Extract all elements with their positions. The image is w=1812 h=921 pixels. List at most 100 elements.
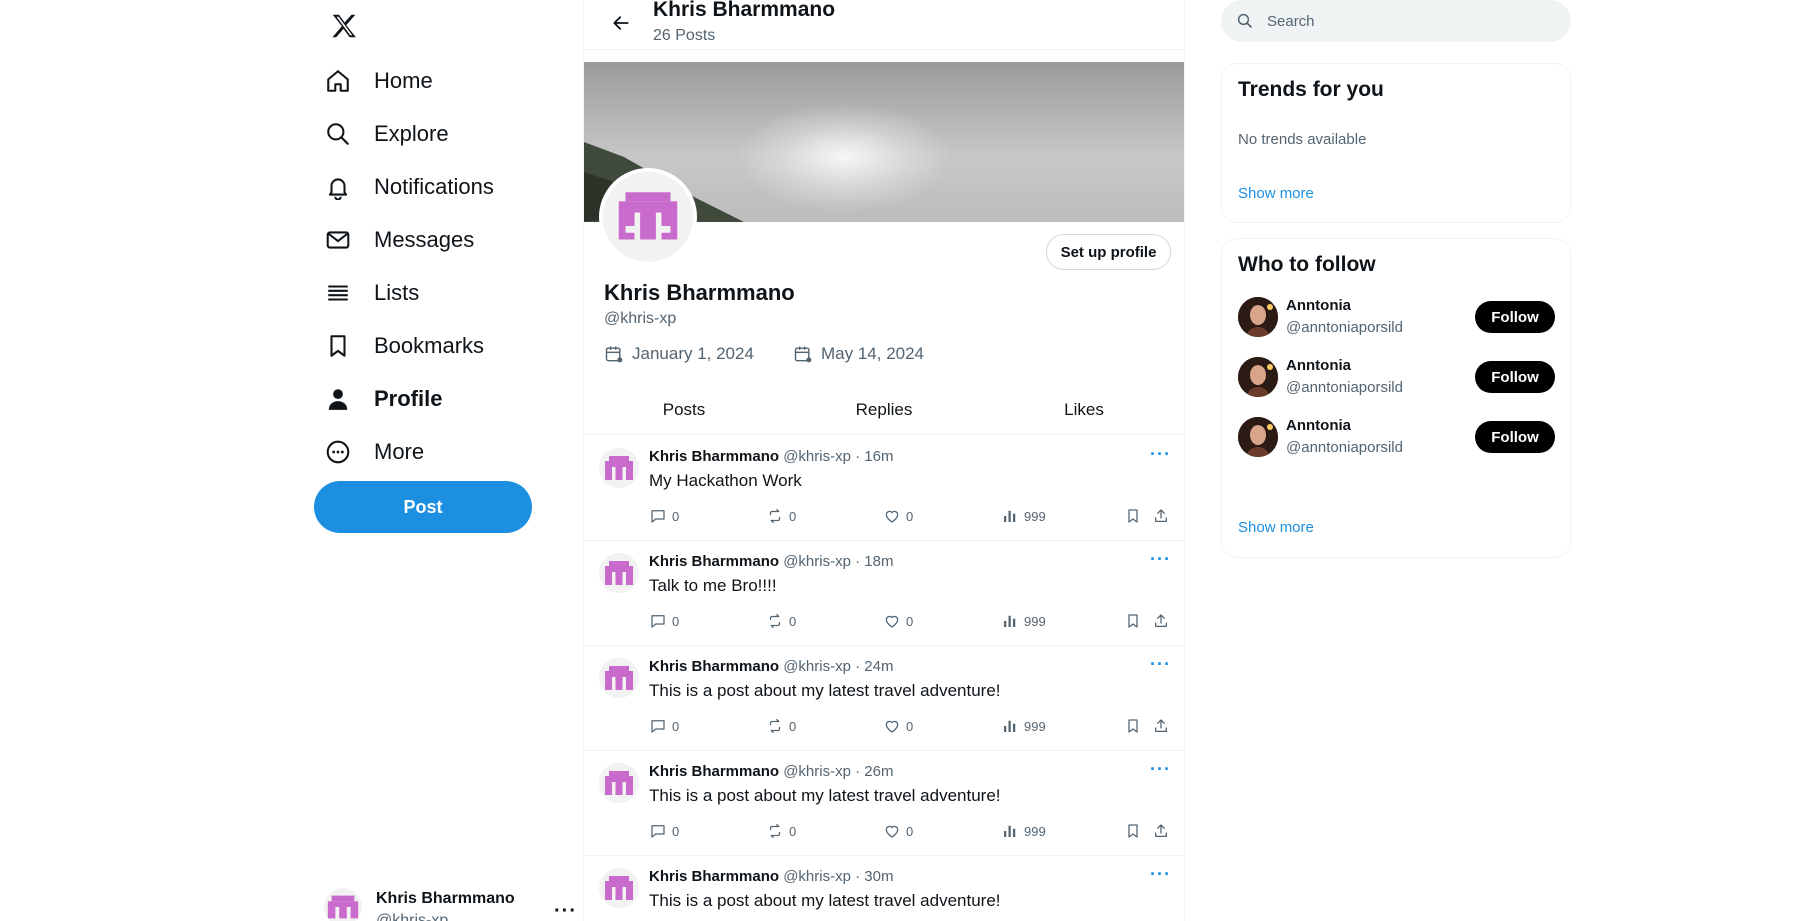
avatar (324, 888, 362, 921)
bookmark-icon[interactable] (1123, 611, 1143, 631)
tweet-avatar[interactable] (599, 658, 639, 698)
back-arrow-icon[interactable] (606, 8, 636, 38)
bookmark-icon[interactable] (1123, 506, 1143, 526)
account-handle: @khris-xp (376, 912, 449, 921)
search-input[interactable] (1267, 12, 1547, 30)
bookmark-icon (324, 332, 352, 360)
suggestion-name[interactable]: Anntonia (1286, 417, 1351, 434)
retweet-icon (765, 611, 785, 631)
tweet-avatar[interactable] (599, 448, 639, 488)
tweet-more-icon[interactable]: ··· (1150, 444, 1171, 465)
reply-button[interactable]: 0 (648, 821, 679, 841)
like-button[interactable]: 0 (882, 611, 913, 631)
like-count: 0 (906, 718, 914, 734)
like-button[interactable]: 0 (882, 716, 913, 736)
profile-avatar[interactable] (599, 168, 697, 266)
suggestion-name[interactable]: Anntonia (1286, 357, 1351, 374)
tweet-item[interactable]: Khris Bharmmano @khris-xp · 16m ··· My Hac… (584, 436, 1184, 541)
tweet-avatar[interactable] (599, 868, 639, 908)
tweet-more-icon[interactable]: ··· (1150, 549, 1171, 570)
follow-suggestion[interactable]: Anntonia @anntoniaporsild Follow (1238, 357, 1558, 405)
suggestion-handle: @anntoniaporsild (1286, 319, 1403, 336)
nav-label-bookmarks: Bookmarks (374, 333, 485, 358)
nav-label-explore: Explore (374, 121, 449, 146)
share-icon[interactable] (1151, 611, 1171, 631)
tweet-author-name[interactable]: Khris Bharmmano (649, 448, 779, 465)
tweet-text: Talk to me Bro!!!! (649, 576, 777, 595)
follow-button[interactable]: Follow (1475, 361, 1555, 393)
tweet-avatar[interactable] (599, 763, 639, 803)
account-more-icon[interactable]: ··· (554, 900, 577, 921)
views-button[interactable]: 999 (1000, 821, 1046, 841)
tweet-author-name[interactable]: Khris Bharmmano (649, 553, 779, 570)
who-to-follow-title: Who to follow (1238, 253, 1376, 276)
nav-item-profile[interactable]: Profile (324, 377, 442, 421)
reply-button[interactable]: 0 (648, 611, 679, 631)
reply-button[interactable]: 0 (648, 506, 679, 526)
follow-button[interactable]: Follow (1475, 421, 1555, 453)
profile-header: Khris Bharmmano 26 Posts (584, 0, 1184, 50)
nav-item-home[interactable]: Home (324, 59, 433, 103)
reply-count: 0 (672, 508, 680, 524)
tweet-text: My Hackathon Work (649, 471, 802, 490)
follow-suggestion[interactable]: Anntonia @anntoniaporsild Follow (1238, 417, 1558, 465)
suggestion-name[interactable]: Anntonia (1286, 297, 1351, 314)
tweet-author-name[interactable]: Khris Bharmmano (649, 868, 779, 885)
more-circle-icon (324, 438, 352, 466)
tweet-item[interactable]: Khris Bharmmano @khris-xp · 30m ··· This i… (584, 856, 1184, 921)
like-count: 0 (906, 508, 914, 524)
share-icon[interactable] (1151, 506, 1171, 526)
who-to-follow-show-more[interactable]: Show more (1238, 519, 1314, 536)
share-icon[interactable] (1151, 821, 1171, 841)
tweet-more-icon[interactable]: ··· (1150, 654, 1171, 675)
like-button[interactable]: 0 (882, 506, 913, 526)
bookmark-icon[interactable] (1123, 716, 1143, 736)
tab-replies[interactable]: Replies (784, 385, 984, 435)
search-box[interactable] (1221, 0, 1571, 42)
post-button[interactable]: Post (314, 481, 532, 533)
banner-light (734, 102, 954, 212)
nav-item-more[interactable]: More (324, 430, 424, 474)
tweet-text: This is a post about my latest travel ad… (649, 681, 1001, 700)
tweet-more-icon[interactable]: ··· (1150, 759, 1171, 780)
reply-button[interactable]: 0 (648, 716, 679, 736)
retweet-button[interactable]: 0 (765, 716, 796, 736)
nav-item-messages[interactable]: Messages (324, 218, 474, 262)
share-icon[interactable] (1151, 716, 1171, 736)
tweet-avatar[interactable] (599, 553, 639, 593)
trends-show-more[interactable]: Show more (1238, 185, 1314, 202)
retweet-button[interactable]: 0 (765, 506, 796, 526)
retweet-button[interactable]: 0 (765, 611, 796, 631)
nav-item-explore[interactable]: Explore (324, 112, 449, 156)
nav-item-notifications[interactable]: Notifications (324, 165, 494, 209)
avatar[interactable] (1238, 297, 1278, 337)
tweet-author-name[interactable]: Khris Bharmmano (649, 658, 779, 675)
left-sidebar: Home Explore Notifications Messages List… (310, 0, 576, 921)
follow-suggestion[interactable]: Anntonia @anntoniaporsild Follow (1238, 297, 1558, 345)
nav-item-lists[interactable]: Lists (324, 271, 419, 315)
views-icon (1000, 611, 1020, 631)
tab-posts[interactable]: Posts (584, 385, 784, 435)
views-button[interactable]: 999 (1000, 716, 1046, 736)
avatar[interactable] (1238, 357, 1278, 397)
nav-label-more: More (374, 439, 425, 464)
tweet-item[interactable]: Khris Bharmmano @khris-xp · 24m ··· This i… (584, 646, 1184, 751)
like-button[interactable]: 0 (882, 821, 913, 841)
tweet-item[interactable]: Khris Bharmmano @khris-xp · 26m ··· This i… (584, 751, 1184, 856)
bookmark-icon[interactable] (1123, 821, 1143, 841)
suggestion-handle: @anntoniaporsild (1286, 379, 1403, 396)
follow-button[interactable]: Follow (1475, 301, 1555, 333)
retweet-button[interactable]: 0 (765, 821, 796, 841)
tweet-item[interactable]: Khris Bharmmano @khris-xp · 18m ··· Talk t… (584, 541, 1184, 646)
tweet-author-name[interactable]: Khris Bharmmano (649, 763, 779, 780)
tab-likes[interactable]: Likes (984, 385, 1184, 435)
views-button[interactable]: 999 (1000, 506, 1046, 526)
x-logo-icon[interactable] (324, 6, 364, 46)
nav-label-messages: Messages (374, 227, 475, 252)
avatar[interactable] (1238, 417, 1278, 457)
nav-item-bookmarks[interactable]: Bookmarks (324, 324, 484, 368)
account-switcher[interactable]: Khris Bharmmano @khris-xp ··· (324, 878, 576, 921)
tweet-more-icon[interactable]: ··· (1150, 864, 1171, 885)
set-up-profile-button[interactable]: Set up profile (1046, 234, 1171, 270)
views-button[interactable]: 999 (1000, 611, 1046, 631)
